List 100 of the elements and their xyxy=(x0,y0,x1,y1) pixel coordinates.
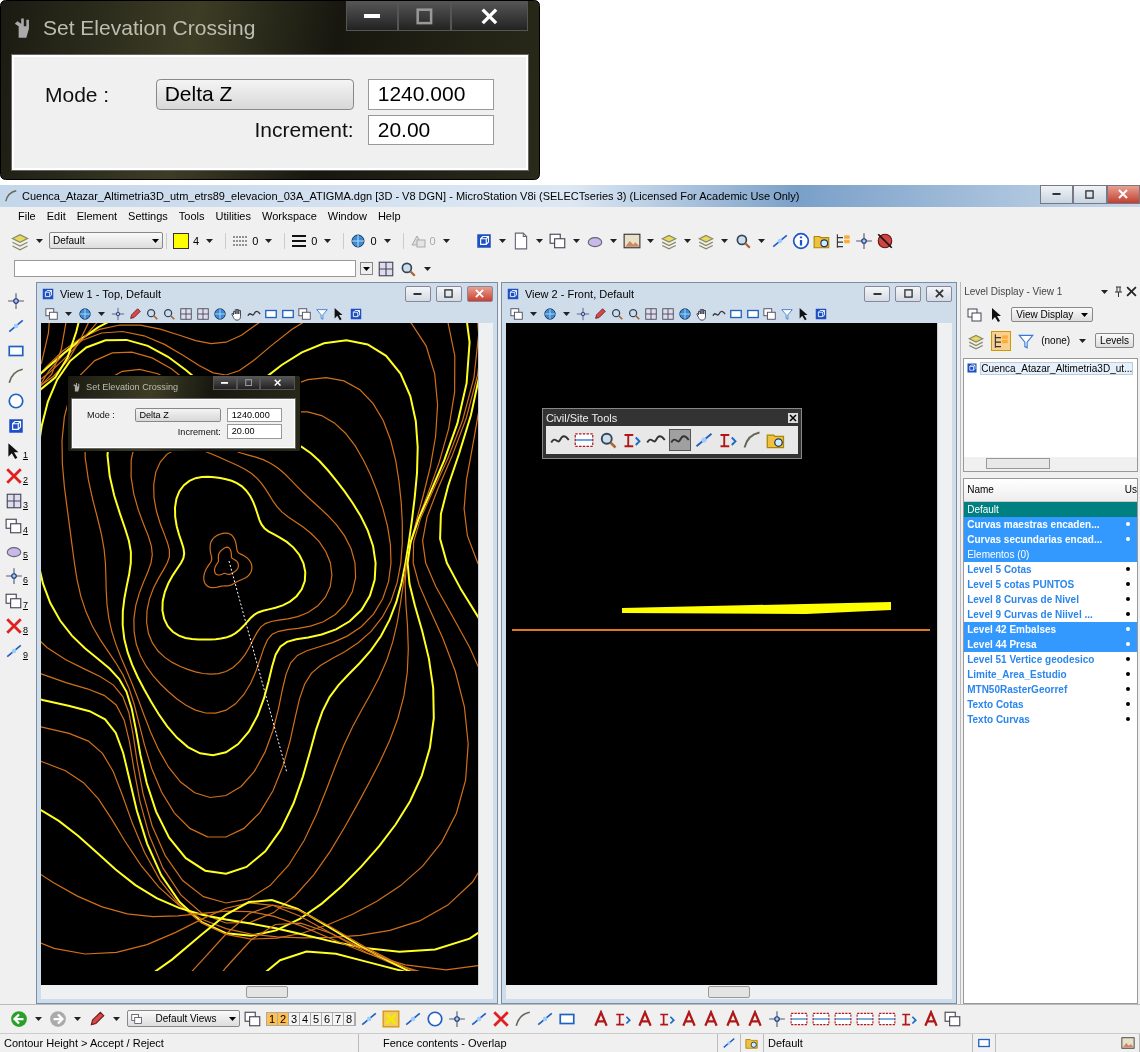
circle-icon[interactable] xyxy=(426,1009,444,1028)
caret-icon[interactable] xyxy=(424,266,431,271)
globe-icon[interactable] xyxy=(212,306,227,321)
line-weight-icon[interactable] xyxy=(291,232,308,249)
grid-icon[interactable] xyxy=(660,306,675,321)
caret-icon[interactable] xyxy=(609,238,617,243)
caret-icon[interactable] xyxy=(265,238,273,243)
point-icon[interactable] xyxy=(448,1009,466,1028)
mode-button[interactable]: Delta Z xyxy=(156,79,354,110)
menu-item[interactable]: Tools xyxy=(178,210,205,223)
column-header[interactable]: Name xyxy=(964,484,1125,496)
caret-icon[interactable] xyxy=(720,238,728,243)
level-row[interactable]: Level 5 cotas PUNTOS xyxy=(964,576,1137,592)
display-mode-dropdown[interactable]: View Display xyxy=(1011,307,1094,323)
window-icon[interactable] xyxy=(244,1009,262,1028)
menu-item[interactable]: File xyxy=(18,210,36,223)
attribute-value[interactable]: 0 xyxy=(311,234,318,247)
point-icon[interactable] xyxy=(575,306,590,321)
prohibit-icon[interactable] xyxy=(875,231,894,250)
search-icon[interactable] xyxy=(626,306,641,321)
tree-icon[interactable] xyxy=(992,331,1011,350)
picture-icon[interactable] xyxy=(622,231,641,250)
caret-icon[interactable] xyxy=(757,238,765,243)
windows-icon[interactable] xyxy=(944,1009,962,1028)
view-toggle[interactable]: 4 xyxy=(300,1012,311,1025)
arc-icon[interactable] xyxy=(741,429,762,450)
grid-icon[interactable] xyxy=(4,491,23,510)
caret-icon[interactable] xyxy=(74,1016,81,1021)
globe-icon[interactable] xyxy=(542,306,557,321)
view-toggle[interactable]: 7 xyxy=(333,1012,344,1025)
filter-label[interactable]: (none) xyxy=(1041,335,1071,347)
windows-icon[interactable] xyxy=(4,591,23,610)
level-row[interactable]: Level 5 Cotas xyxy=(964,561,1137,577)
windows-icon[interactable] xyxy=(509,306,524,321)
cube-icon[interactable] xyxy=(813,306,828,321)
caret-icon[interactable] xyxy=(97,311,105,316)
caret-icon[interactable] xyxy=(683,238,691,243)
caret-icon[interactable] xyxy=(36,238,43,243)
view-toggle[interactable]: 1 xyxy=(267,1012,278,1025)
point-icon[interactable] xyxy=(854,231,873,250)
pin-icon[interactable] xyxy=(1114,286,1123,298)
attribute-value[interactable]: 4 xyxy=(193,234,200,247)
wave-icon[interactable] xyxy=(669,429,690,450)
back-icon[interactable] xyxy=(10,1009,28,1028)
search-icon[interactable] xyxy=(144,306,159,321)
hand-icon[interactable] xyxy=(694,306,709,321)
vertical-scrollbar[interactable] xyxy=(937,322,953,985)
point-icon[interactable] xyxy=(110,306,125,321)
caret-icon[interactable] xyxy=(360,262,373,276)
minimize-button[interactable] xyxy=(404,285,431,302)
pen-icon[interactable] xyxy=(88,1009,106,1028)
redx-icon[interactable] xyxy=(4,466,23,485)
level-dropdown[interactable]: Default xyxy=(49,232,163,250)
globe-icon[interactable] xyxy=(77,306,92,321)
search-icon[interactable] xyxy=(161,306,176,321)
search-icon[interactable] xyxy=(609,306,624,321)
close-button[interactable] xyxy=(450,1,529,32)
restore-button[interactable] xyxy=(1073,184,1107,204)
minimize-button[interactable] xyxy=(212,375,237,390)
cube-icon[interactable] xyxy=(474,231,493,250)
windows-icon[interactable] xyxy=(44,306,59,321)
level-row[interactable]: Level 51 Vertice geodesico xyxy=(964,651,1137,667)
close-button[interactable] xyxy=(926,285,953,302)
point-icon[interactable] xyxy=(7,291,26,310)
redx-icon[interactable] xyxy=(4,616,23,635)
attribute-value[interactable]: 0 xyxy=(370,234,377,247)
color-swatch[interactable] xyxy=(173,232,189,249)
hand-icon[interactable] xyxy=(229,306,244,321)
redx-icon[interactable] xyxy=(492,1009,510,1028)
menu-item[interactable]: Edit xyxy=(46,210,66,223)
windows-icon[interactable] xyxy=(297,306,312,321)
level-row[interactable]: Texto Cotas xyxy=(964,696,1137,712)
caret-icon[interactable] xyxy=(206,238,214,243)
caret-icon[interactable] xyxy=(1101,289,1108,294)
horizontal-scrollbar[interactable] xyxy=(964,456,1137,471)
level-row[interactable]: MTN50RasterGeorref xyxy=(964,681,1137,697)
level-row[interactable]: Texto Curvas xyxy=(964,711,1137,727)
file-item[interactable]: Cuenca_Atazar_Altimetria3D_ut... xyxy=(980,361,1134,375)
caret-icon[interactable] xyxy=(498,238,506,243)
close-icon[interactable] xyxy=(1126,286,1137,298)
level-row[interactable]: Level 9 Curvas de Niivel ... xyxy=(964,606,1137,622)
close-button[interactable] xyxy=(260,375,296,390)
maximize-button[interactable] xyxy=(435,285,462,302)
caret-icon[interactable] xyxy=(646,238,654,243)
menu-item[interactable]: Window xyxy=(327,210,367,223)
caret-icon[interactable] xyxy=(562,311,570,316)
info-icon[interactable] xyxy=(791,231,810,250)
circle-icon[interactable] xyxy=(7,391,26,410)
list-type-dropdown[interactable]: Levels xyxy=(1095,333,1134,349)
minimize-button[interactable] xyxy=(864,285,891,302)
windows-icon[interactable] xyxy=(967,306,984,323)
caret-icon[interactable] xyxy=(113,1016,120,1021)
maximize-button[interactable] xyxy=(236,375,261,390)
caret-icon[interactable] xyxy=(64,311,72,316)
caret-icon[interactable] xyxy=(1079,338,1087,343)
menu-item[interactable]: Settings xyxy=(128,210,168,223)
column-header[interactable]: Us xyxy=(1124,484,1137,496)
maximize-button[interactable] xyxy=(895,285,922,302)
caret-icon[interactable] xyxy=(529,311,537,316)
maximize-button[interactable] xyxy=(398,1,451,32)
